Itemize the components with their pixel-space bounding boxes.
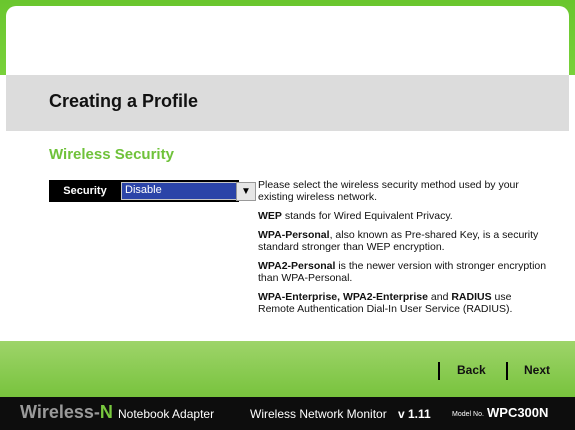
content-panel: Wireless Security Security Disable ▼ Ple…: [6, 131, 569, 341]
desc-wep: WEP stands for Wired Equivalent Privacy.: [258, 210, 548, 222]
security-description: Please select the wireless security meth…: [258, 179, 548, 322]
desc-wpa2-personal: WPA2-Personal is the newer version with …: [258, 260, 548, 284]
desc-wep-term: WEP: [258, 210, 282, 222]
model-label: Model No.: [452, 411, 484, 418]
back-button[interactable]: Back: [457, 363, 486, 377]
brand-logo: Wireless-N: [20, 402, 113, 423]
section-title: Wireless Security: [49, 146, 174, 163]
security-select[interactable]: Disable ▼: [121, 182, 256, 201]
desc-wpa-personal-term: WPA-Personal: [258, 229, 330, 241]
app-version: v 1.11: [398, 407, 431, 421]
desc-wep-text: stands for Wired Equivalent Privacy.: [281, 210, 453, 222]
desc-radius-term: RADIUS: [451, 291, 492, 303]
nav-divider: [506, 362, 508, 380]
top-panel: [6, 6, 569, 75]
desc-intro: Please select the wireless security meth…: [258, 179, 519, 203]
next-button[interactable]: Next: [524, 363, 550, 377]
model-number: WPC300N: [487, 405, 549, 420]
security-row: Security Disable ▼: [49, 180, 256, 202]
nav-band: [0, 341, 575, 397]
brand-accent: N: [99, 402, 113, 422]
security-select-value: Disable: [125, 184, 162, 196]
title-band: Creating a Profile: [6, 75, 569, 131]
desc-enterprise-term: WPA-Enterprise, WPA2-Enterprise: [258, 291, 428, 303]
footer-bar: Wireless-N Notebook Adapter Wireless Net…: [0, 397, 575, 430]
product-name: Notebook Adapter: [118, 407, 215, 421]
top-band: [0, 0, 575, 75]
desc-enterprise: WPA-Enterprise, WPA2-Enterprise and RADI…: [258, 291, 548, 315]
desc-wpa-personal: WPA-Personal, also known as Pre-shared K…: [258, 229, 548, 253]
desc-enterprise-and: and: [427, 291, 452, 303]
brand-main: Wireless-: [20, 402, 100, 422]
security-label: Security: [63, 185, 107, 197]
app-name: Wireless Network Monitor: [250, 407, 387, 421]
nav-divider: [438, 362, 440, 380]
triangle-down-icon[interactable]: ▼: [236, 182, 256, 201]
page-title: Creating a Profile: [49, 91, 199, 111]
desc-wpa2-personal-term: WPA2-Personal: [258, 260, 336, 272]
